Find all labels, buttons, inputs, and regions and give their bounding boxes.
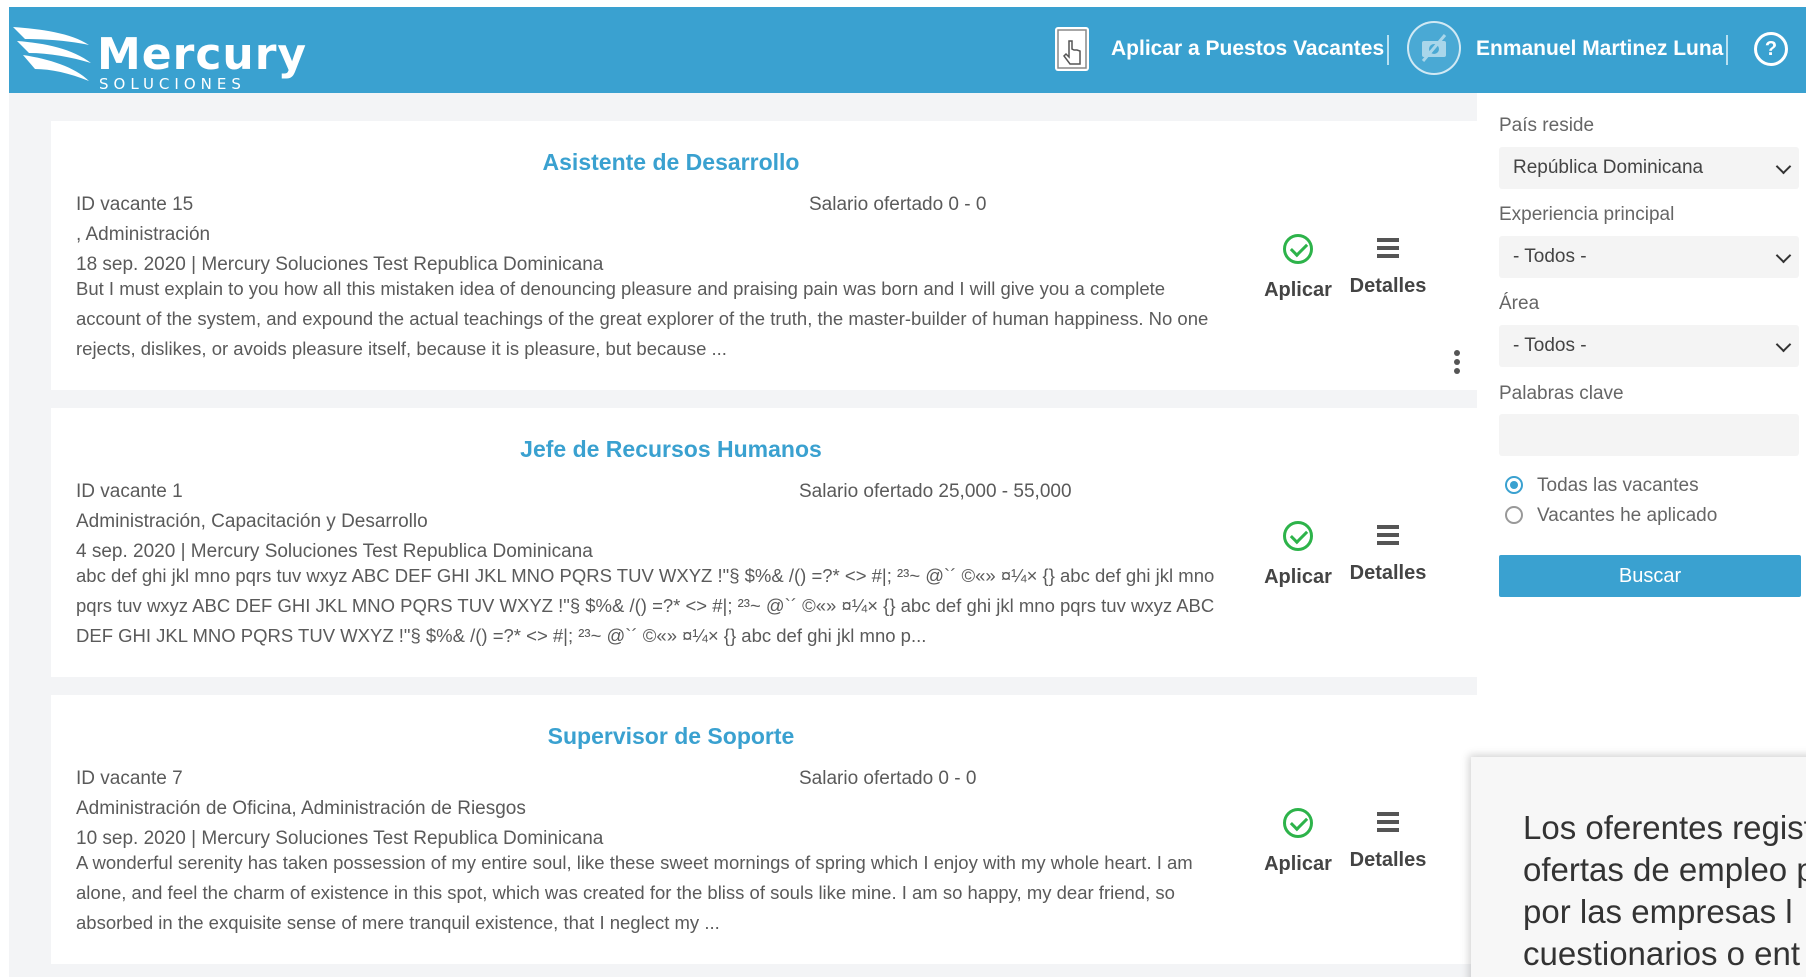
radio-applied-label: Vacantes he aplicado — [1537, 505, 1718, 526]
check-circle-icon — [1283, 234, 1313, 264]
job-meta: 4 sep. 2020 | Mercury Soluciones Test Re… — [76, 541, 593, 562]
more-options-icon[interactable] — [1454, 350, 1460, 374]
apply-button[interactable]: Aplicar — [1253, 234, 1343, 302]
country-selected-value: República Dominicana — [1513, 157, 1704, 178]
apply-vacancies-link[interactable]: Aplicar a Puestos Vacantes — [1111, 37, 1384, 61]
logo-subtitle: SOLUCIONES — [99, 75, 246, 93]
details-label: Detalles — [1349, 562, 1427, 584]
check-circle-icon — [1283, 521, 1313, 551]
area-select[interactable]: - Todos - — [1499, 325, 1799, 367]
apply-label: Aplicar — [1264, 566, 1332, 588]
search-button[interactable]: Buscar — [1499, 555, 1801, 597]
user-avatar[interactable] — [1407, 21, 1461, 75]
job-meta: 10 sep. 2020 | Mercury Soluciones Test R… — [76, 828, 604, 849]
job-areas: Administración, Capacitación y Desarroll… — [76, 511, 428, 532]
user-name[interactable]: Enmanuel Martinez Luna — [1476, 37, 1723, 61]
chevron-down-icon — [1775, 158, 1792, 175]
job-description: abc def ghi jkl mno pqrs tuv wxyz ABC DE… — [76, 565, 1215, 646]
job-title[interactable]: Supervisor de Soporte — [51, 723, 1291, 750]
popup-line: ofertas de empleo p — [1523, 851, 1806, 888]
chevron-down-icon — [1775, 336, 1792, 353]
details-label: Detalles — [1349, 275, 1427, 297]
experience-label: Experiencia principal — [1499, 204, 1675, 225]
help-icon[interactable]: ? — [1754, 32, 1788, 66]
top-header: Mercury SOLUCIONES Aplicar a Puestos Vac… — [9, 7, 1806, 93]
experience-select[interactable]: - Todos - — [1499, 236, 1799, 278]
camera-off-icon — [1421, 34, 1447, 62]
country-select[interactable]: República Dominicana — [1499, 147, 1799, 189]
job-areas: Administración de Oficina, Administració… — [76, 798, 526, 819]
chevron-down-icon — [1775, 247, 1792, 264]
apply-vacancies-icon[interactable] — [1055, 27, 1089, 71]
logo-wordmark: Mercury — [97, 29, 308, 80]
job-salary: Salario ofertado 0 - 0 — [809, 194, 987, 215]
popup-line: cuestionarios o ent — [1523, 935, 1801, 972]
job-card: Supervisor de Soporte ID vacante 7 Salar… — [51, 695, 1477, 964]
radio-selected-icon — [1505, 476, 1523, 494]
info-popup: Los oferentes regist ofertas de empleo p… — [1471, 757, 1806, 977]
country-label: País reside — [1499, 115, 1595, 136]
details-button[interactable]: Detalles — [1343, 521, 1433, 585]
apply-button[interactable]: Aplicar — [1253, 521, 1343, 589]
job-salary: Salario ofertado 0 - 0 — [799, 768, 977, 789]
list-icon — [1377, 812, 1399, 834]
header-divider — [1726, 35, 1728, 65]
details-label: Detalles — [1349, 849, 1427, 871]
radio-all-vacancies[interactable]: Todas las vacantes — [1505, 475, 1699, 497]
mercury-logo[interactable]: Mercury SOLUCIONES — [9, 13, 306, 93]
area-selected-value: - Todos - — [1513, 335, 1587, 356]
app-root: Mercury SOLUCIONES Aplicar a Puestos Vac… — [9, 7, 1806, 977]
details-button[interactable]: Detalles — [1343, 808, 1433, 872]
check-circle-icon — [1283, 808, 1313, 838]
job-card: Asistente de Desarrollo ID vacante 15 Sa… — [51, 121, 1477, 390]
job-description: A wonderful serenity has taken possessio… — [76, 852, 1193, 933]
radio-unselected-icon — [1505, 506, 1523, 524]
job-title[interactable]: Asistente de Desarrollo — [51, 149, 1291, 176]
job-meta: 18 sep. 2020 | Mercury Soluciones Test R… — [76, 254, 604, 275]
list-icon — [1377, 525, 1399, 547]
job-description: But I must explain to you how all this m… — [76, 278, 1209, 359]
job-title[interactable]: Jefe de Recursos Humanos — [51, 436, 1291, 463]
hand-pointer-icon — [1057, 29, 1087, 69]
logo-wave-icon — [13, 27, 91, 81]
popup-text: Los oferentes regist ofertas de empleo p… — [1523, 807, 1806, 975]
keywords-label: Palabras clave — [1499, 383, 1624, 404]
experience-selected-value: - Todos - — [1513, 246, 1587, 267]
job-card: Jefe de Recursos Humanos ID vacante 1 Sa… — [51, 408, 1477, 677]
radio-applied-vacancies[interactable]: Vacantes he aplicado — [1505, 505, 1717, 527]
job-id: ID vacante 15 — [76, 194, 194, 215]
apply-button[interactable]: Aplicar — [1253, 808, 1343, 876]
apply-label: Aplicar — [1264, 853, 1332, 875]
popup-line: por las empresas l — [1523, 893, 1793, 930]
list-icon — [1377, 238, 1399, 260]
popup-line: Los oferentes regist — [1523, 809, 1806, 846]
header-divider — [1387, 35, 1389, 65]
job-areas: , Administración — [76, 224, 211, 245]
job-id: ID vacante 1 — [76, 481, 183, 502]
keywords-input[interactable] — [1499, 414, 1799, 456]
job-id: ID vacante 7 — [76, 768, 183, 789]
apply-label: Aplicar — [1264, 279, 1332, 301]
details-button[interactable]: Detalles — [1343, 234, 1433, 298]
radio-all-label: Todas las vacantes — [1537, 475, 1699, 496]
area-label: Área — [1499, 293, 1540, 314]
job-salary: Salario ofertado 25,000 - 55,000 — [799, 481, 1072, 502]
